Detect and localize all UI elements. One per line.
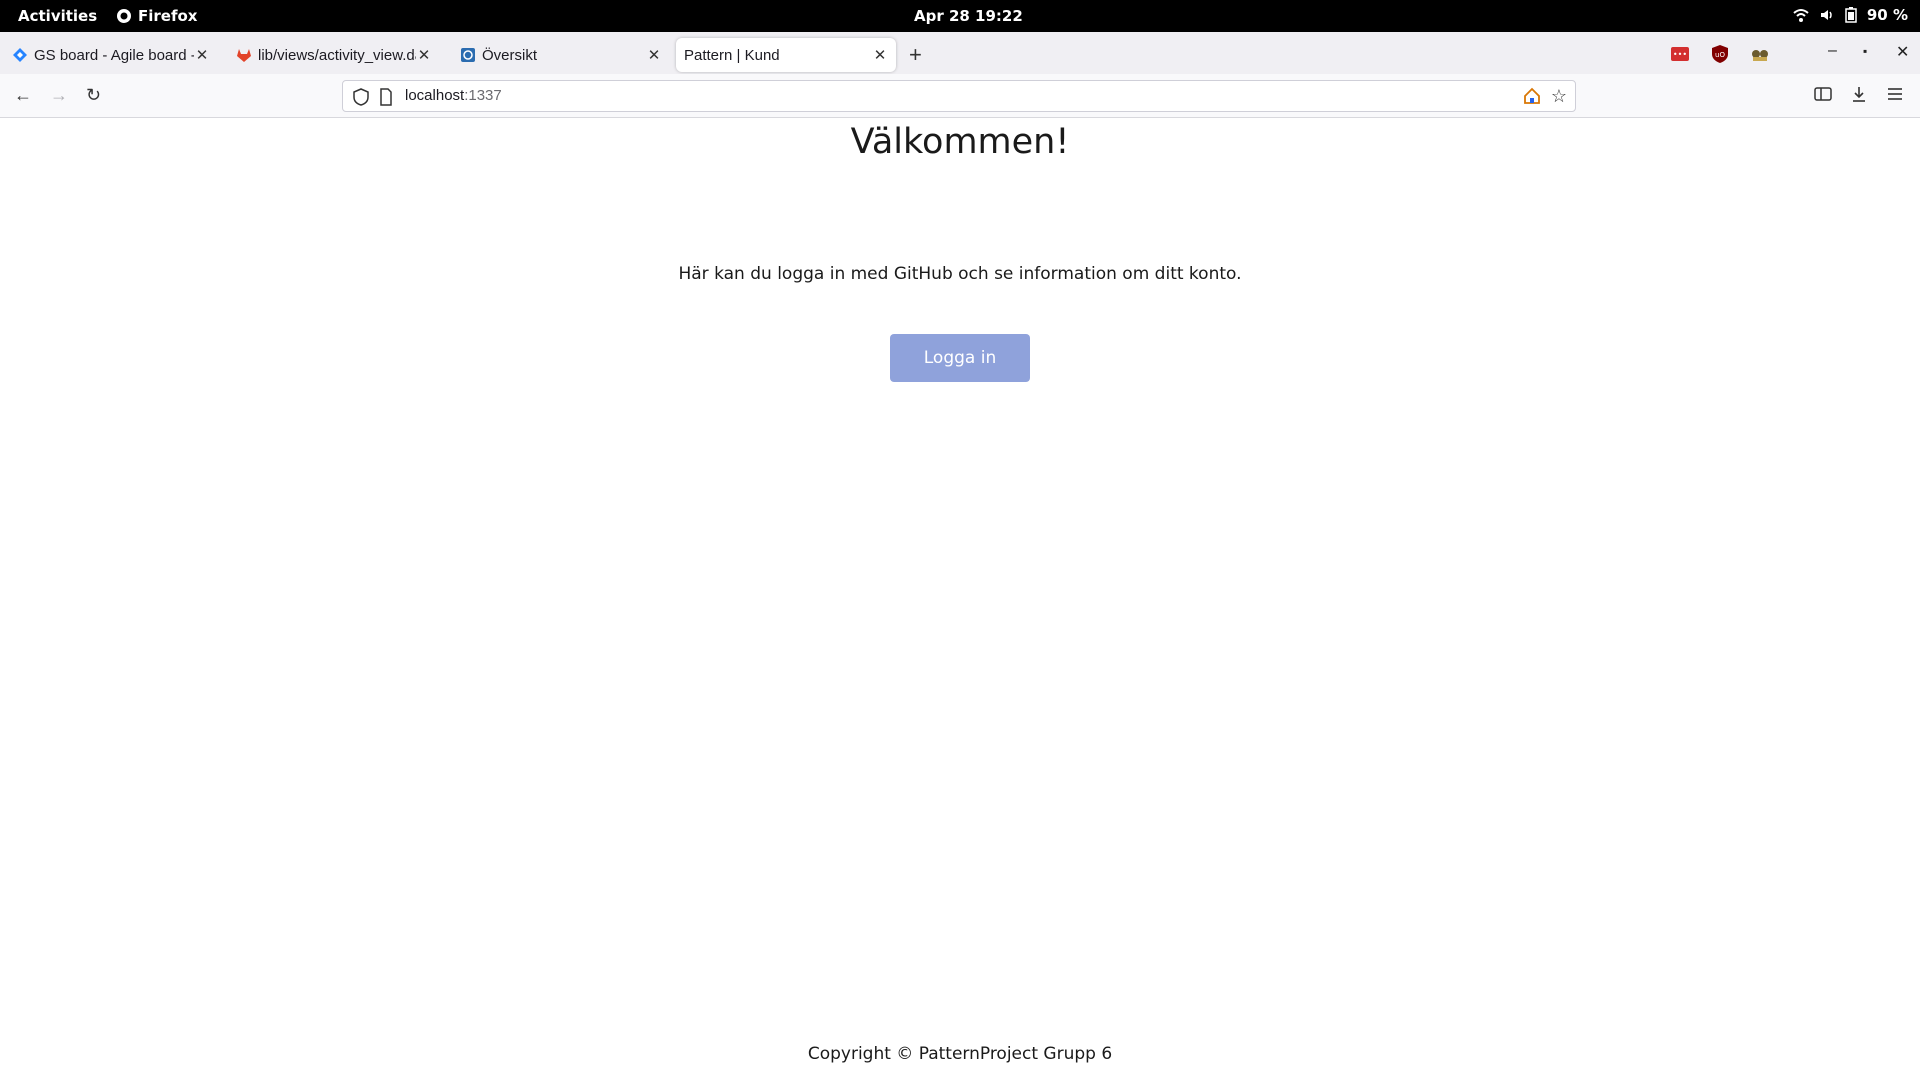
tab-pattern-kund[interactable]: Pattern | Kund ✕: [676, 38, 896, 72]
new-tab-button[interactable]: +: [909, 42, 922, 68]
url-text: localhost:1337: [405, 87, 502, 104]
close-icon[interactable]: ✕: [416, 46, 432, 64]
close-icon[interactable]: ✕: [646, 46, 662, 64]
globe-icon: [461, 48, 475, 62]
minimize-icon[interactable]: –: [1828, 42, 1837, 60]
clock[interactable]: Apr 28 19:22: [914, 7, 1023, 25]
info-text: Här kan du logga in med GitHub och se in…: [678, 264, 1242, 284]
home-extension-icon[interactable]: [1523, 87, 1541, 105]
tab-title: Översikt: [482, 46, 538, 64]
app-name: Firefox: [138, 7, 198, 25]
reload-icon[interactable]: ↻: [86, 85, 101, 106]
shield-icon[interactable]: [353, 88, 369, 106]
close-icon[interactable]: ✕: [872, 46, 888, 64]
ublock-extension-icon[interactable]: uO: [1710, 44, 1730, 64]
forward-arrow-icon[interactable]: →: [50, 85, 68, 106]
volume-icon: [1820, 10, 1832, 20]
download-icon[interactable]: [1850, 85, 1868, 103]
svg-text:•••: •••: [1673, 50, 1687, 59]
tab-strip: GS board - Agile board - J ✕ lib/views/a…: [0, 32, 1920, 74]
login-button[interactable]: Logga in: [890, 334, 1030, 382]
close-icon[interactable]: ✕: [194, 46, 210, 64]
bookmark-star-icon[interactable]: ☆: [1551, 86, 1567, 107]
firefox-icon: [117, 9, 131, 23]
system-tray[interactable]: 90 %: [1793, 6, 1908, 24]
sidebar-icon[interactable]: [1814, 85, 1832, 103]
jira-icon: [13, 48, 27, 62]
tampermonkey-extension-icon[interactable]: [1750, 44, 1770, 64]
bitwarden-extension-icon[interactable]: •••: [1670, 44, 1690, 64]
page-info-icon[interactable]: [379, 88, 393, 106]
battery-level: 90 %: [1866, 6, 1908, 24]
system-top-bar: Activities Firefox Apr 28 19:22 90 %: [0, 0, 1920, 32]
close-window-icon[interactable]: ✕: [1896, 42, 1909, 62]
back-arrow-icon[interactable]: ←: [14, 85, 32, 106]
url-port: :1337: [464, 87, 502, 104]
footer-copyright: Copyright © PatternProject Grupp 6: [807, 1044, 1113, 1064]
url-host: localhost: [405, 87, 465, 104]
tab-gs-board[interactable]: GS board - Agile board - J ✕: [4, 38, 218, 72]
battery-icon: [1845, 7, 1857, 23]
navigation-bar: ← → ↻ localhost:1337 ☆: [0, 74, 1920, 118]
address-bar[interactable]: localhost:1337 ☆: [342, 80, 1576, 112]
tab-oversikt[interactable]: Översikt ✕: [452, 38, 670, 72]
tab-title: lib/views/activity_view.da: [258, 46, 416, 64]
app-menu[interactable]: Firefox: [116, 7, 197, 25]
tab-title: Pattern | Kund: [684, 46, 780, 64]
activities-button[interactable]: Activities: [18, 7, 97, 25]
maximize-icon[interactable]: ▪: [1863, 44, 1867, 58]
page-heading: Välkommen!: [850, 122, 1070, 162]
gitlab-icon: [237, 49, 251, 62]
tab-gitlab[interactable]: lib/views/activity_view.da ✕: [228, 38, 440, 72]
page-content: Välkommen! Här kan du logga in med GitHu…: [0, 118, 1920, 1080]
svg-text:uO: uO: [1715, 51, 1725, 59]
wifi-icon: [1793, 9, 1809, 22]
hamburger-menu-icon[interactable]: [1886, 85, 1904, 103]
tab-title: GS board - Agile board - J: [34, 46, 194, 64]
